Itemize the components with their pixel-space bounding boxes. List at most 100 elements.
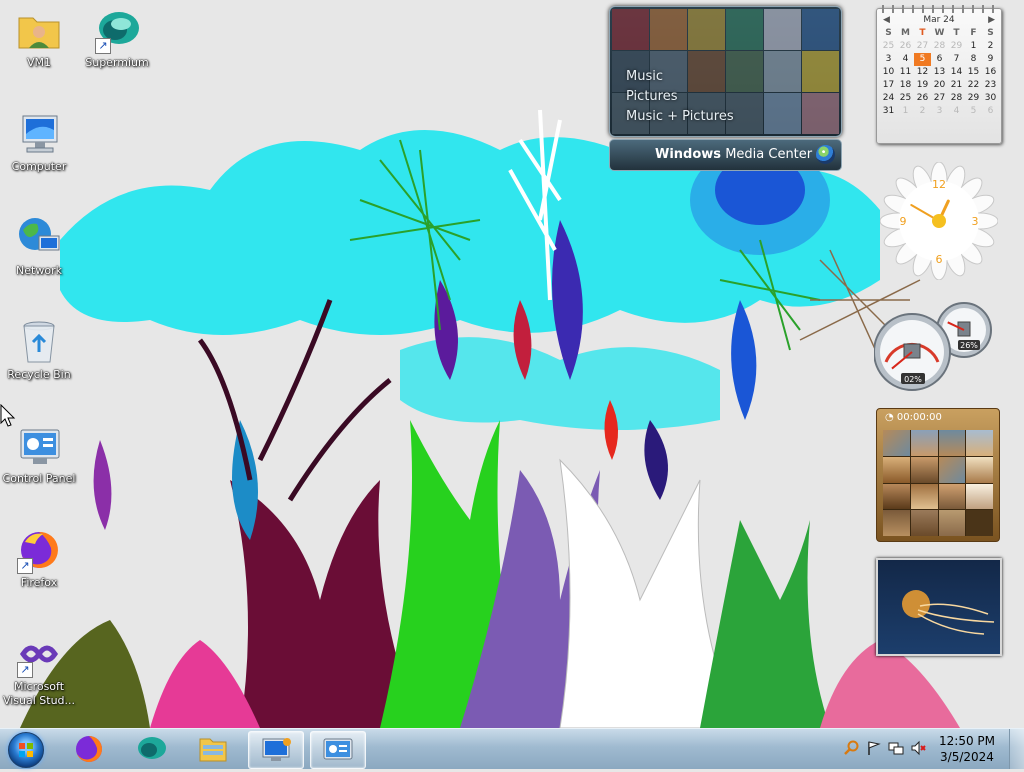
calendar-day[interactable]: 28 xyxy=(931,40,948,53)
clock-gadget[interactable]: 12 3 6 9 xyxy=(880,162,998,280)
desktop-icon-network[interactable]: Network xyxy=(0,214,78,278)
calendar-day[interactable]: 3 xyxy=(880,53,897,66)
calendar-day[interactable]: 2 xyxy=(982,40,999,53)
calendar-day[interactable]: 10 xyxy=(880,66,897,79)
calendar-day[interactable]: 11 xyxy=(897,66,914,79)
media-center-gadget[interactable]: Music Pictures Music + Pictures xyxy=(609,6,842,137)
system-tray: 12:50 PM 3/5/2024 xyxy=(834,729,1024,769)
desktop-icon-label: Recycle Bin xyxy=(7,368,71,381)
desktop-icon-firefox[interactable]: ↗ Firefox xyxy=(0,526,78,590)
desktop-icon-visual-studio[interactable]: ↗ Microsoft Visual Stud... xyxy=(0,630,78,708)
calendar-day[interactable]: 5 xyxy=(965,105,982,118)
calendar-grid: S M T W T F S 25 26 27 28 29 1 2 3 4 5 6 7 8 9 10 11 12 13 14 15 16… xyxy=(880,27,1001,118)
taskbar-supermium[interactable] xyxy=(124,731,178,767)
desktop-icon-label: Control Panel xyxy=(2,472,76,485)
slideshow-gadget[interactable] xyxy=(876,558,1002,656)
calendar-day[interactable]: 7 xyxy=(948,53,965,66)
calendar-day[interactable]: 29 xyxy=(948,40,965,53)
calendar-next-icon[interactable]: ▶ xyxy=(988,13,995,27)
calendar-day[interactable]: 29 xyxy=(965,92,982,105)
shortcut-arrow-icon: ↗ xyxy=(95,38,111,54)
calendar-prev-icon[interactable]: ◀ xyxy=(883,13,890,27)
calendar-day[interactable]: 23 xyxy=(982,79,999,92)
calendar-day[interactable]: 26 xyxy=(914,92,931,105)
desktop-icon-label: Microsoft Visual Stud... xyxy=(2,680,76,707)
calendar-day[interactable]: 8 xyxy=(965,53,982,66)
calendar-today[interactable]: 5 xyxy=(914,53,931,66)
show-desktop-button[interactable] xyxy=(1009,729,1024,769)
taskbar: 12:50 PM 3/5/2024 xyxy=(0,728,1024,769)
taskbar-control-panel[interactable] xyxy=(310,731,366,769)
calendar-day[interactable]: 6 xyxy=(982,105,999,118)
remote-desktop-icon xyxy=(262,738,291,761)
calendar-day[interactable]: 15 xyxy=(965,66,982,79)
calendar-day[interactable]: 13 xyxy=(931,66,948,79)
calendar-day[interactable]: 1 xyxy=(897,105,914,118)
calendar-day[interactable]: 21 xyxy=(948,79,965,92)
calendar-weekday: W xyxy=(934,28,945,38)
action-center-flag-icon[interactable] xyxy=(866,740,882,756)
start-button[interactable] xyxy=(8,732,44,768)
calendar-day[interactable]: 4 xyxy=(948,105,965,118)
taskbar-remote-desktop[interactable] xyxy=(248,731,304,769)
cpu-meter-gadget[interactable]: 02% 26% xyxy=(874,300,1000,392)
control-panel-icon xyxy=(15,422,63,470)
jellyfish-photo xyxy=(902,590,995,635)
calendar-day[interactable]: 9 xyxy=(982,53,999,66)
calendar-day[interactable]: 14 xyxy=(948,66,965,79)
calendar-day[interactable]: 2 xyxy=(914,105,931,118)
taskbar-clock[interactable]: 12:50 PM 3/5/2024 xyxy=(936,733,998,765)
calendar-day[interactable]: 28 xyxy=(948,92,965,105)
calendar-day[interactable]: 31 xyxy=(880,105,897,118)
desktop-icon-control-panel[interactable]: Control Panel xyxy=(0,422,78,486)
calendar-weekday: T xyxy=(919,28,926,38)
calendar-day[interactable]: 26 xyxy=(897,40,914,53)
taskbar-explorer[interactable] xyxy=(186,731,240,767)
calendar-day[interactable]: 19 xyxy=(914,79,931,92)
calendar-weekday: M xyxy=(901,28,910,38)
shortcut-arrow-icon: ↗ xyxy=(17,558,33,574)
network-tray-icon[interactable] xyxy=(888,740,904,756)
desktop-icon-recycle-bin[interactable]: Recycle Bin xyxy=(0,318,78,382)
calendar-day[interactable]: 3 xyxy=(931,105,948,118)
wmc-brand-bold: Windows xyxy=(655,147,722,162)
media-center-launch-bar[interactable]: Windows Media Center xyxy=(609,139,842,171)
clock-numeral-9: 9 xyxy=(900,215,907,228)
puzzle-timer: 00:00:00 xyxy=(896,412,942,423)
taskbar-date: 3/5/2024 xyxy=(940,750,994,764)
clock-numeral-3: 3 xyxy=(972,215,979,228)
desktop-icon-supermium[interactable]: ↗ Supermium xyxy=(78,6,156,70)
wmc-music-pictures-item[interactable]: Music + Pictures xyxy=(626,107,734,127)
calendar-day[interactable]: 16 xyxy=(982,66,999,79)
calendar-day[interactable]: 25 xyxy=(897,92,914,105)
calendar-month-label: Mar 24 xyxy=(923,15,955,25)
search-tray-icon[interactable] xyxy=(844,740,860,756)
calendar-gadget[interactable]: ◀ Mar 24 ▶ S M T W T F S 25 26 27 28 29 1 2 3 4 5 6 7 8 9 10 1… xyxy=(876,5,1002,144)
calendar-day[interactable]: 27 xyxy=(931,92,948,105)
calendar-day[interactable]: 30 xyxy=(982,92,999,105)
calendar-day[interactable]: 6 xyxy=(931,53,948,66)
calendar-day[interactable]: 4 xyxy=(897,53,914,66)
calendar-day[interactable]: 12 xyxy=(914,66,931,79)
wmc-music-item[interactable]: Music xyxy=(626,67,734,87)
calendar-day[interactable]: 22 xyxy=(965,79,982,92)
picture-puzzle-gadget[interactable]: ◔ 00:00:00 xyxy=(876,408,1000,542)
desktop-icon-computer[interactable]: Computer xyxy=(0,110,78,174)
calendar-day[interactable]: 18 xyxy=(897,79,914,92)
desktop-icon-vm1[interactable]: VM1 xyxy=(0,6,78,70)
calendar-day[interactable]: 1 xyxy=(965,40,982,53)
calendar-day[interactable]: 27 xyxy=(914,40,931,53)
desktop-icon-label: Firefox xyxy=(20,576,58,589)
wmc-pictures-item[interactable]: Pictures xyxy=(626,87,734,107)
puzzle-grid[interactable] xyxy=(883,430,993,536)
calendar-weekday: S xyxy=(885,28,892,38)
computer-icon xyxy=(15,110,63,158)
windows-logo-icon xyxy=(19,743,33,757)
calendar-day[interactable]: 25 xyxy=(880,40,897,53)
taskbar-firefox[interactable] xyxy=(62,731,116,767)
calendar-day[interactable]: 17 xyxy=(880,79,897,92)
volume-muted-icon[interactable] xyxy=(910,740,926,756)
firefox-icon: ↗ xyxy=(15,526,63,574)
calendar-day[interactable]: 24 xyxy=(880,92,897,105)
calendar-day[interactable]: 20 xyxy=(931,79,948,92)
